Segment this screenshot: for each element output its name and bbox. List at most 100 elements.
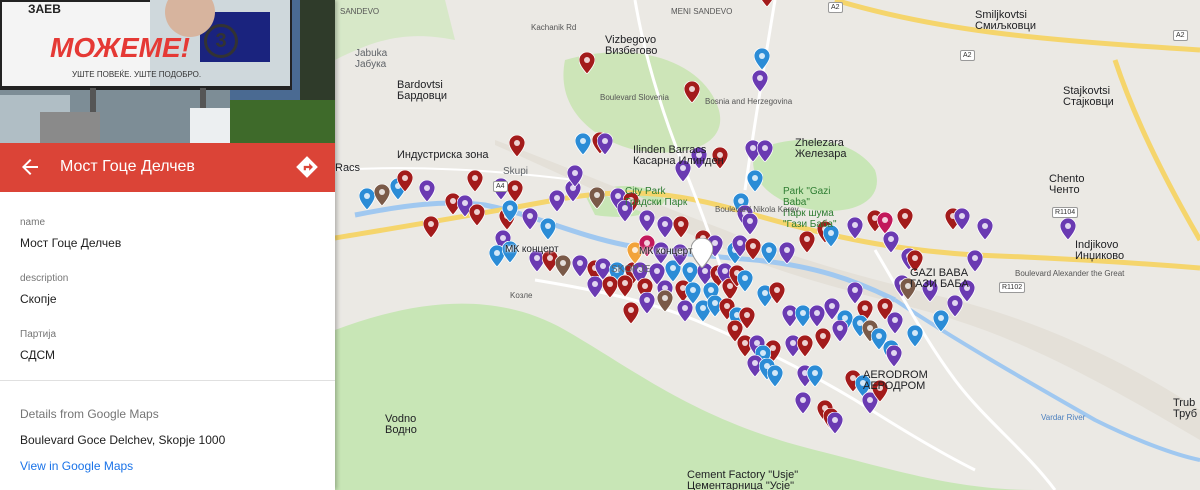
road-badge: A2 (828, 2, 843, 13)
map-marker-pin[interactable] (761, 242, 777, 264)
map-marker-pin[interactable] (639, 292, 655, 314)
map-marker-pin[interactable] (779, 242, 795, 264)
map-marker-pin[interactable] (677, 300, 693, 322)
selected-marker-pin[interactable] (691, 238, 713, 268)
place-detail-panel: ЗАЕВ МОЖЕМЕ! 3 УШТЕ ПОВЕЌЕ. УШТЕ ПОДОБРО… (0, 0, 335, 490)
place-photo: ЗАЕВ МОЖЕМЕ! 3 УШТЕ ПОВЕЌЕ. УШТЕ ПОДОБРО… (0, 0, 335, 143)
back-arrow-icon[interactable] (18, 155, 42, 179)
map-marker-pin[interactable] (954, 208, 970, 230)
map-marker-pin[interactable] (807, 365, 823, 387)
map-marker-pin[interactable] (579, 52, 595, 74)
map-marker-pin[interactable] (897, 208, 913, 230)
map-marker-pin[interactable] (502, 200, 518, 222)
map-label: Boulevard Slovenia (600, 93, 669, 102)
road-badge: A2 (960, 50, 975, 61)
map-marker-pin[interactable] (623, 302, 639, 324)
map-marker-pin[interactable] (509, 135, 525, 157)
map-label: Zhelezara Железара (795, 137, 847, 160)
map-marker-pin[interactable] (617, 275, 633, 297)
billboard-name: ЗАЕВ (28, 2, 61, 16)
place-address: Boulevard Goce Delchev, Skopje 1000 (20, 433, 226, 447)
map-marker-pin[interactable] (589, 187, 605, 209)
place-title: Мост Гоце Делчев (60, 158, 195, 175)
map-marker-pin[interactable] (769, 282, 785, 304)
field-description-value: Скопје (20, 292, 57, 306)
map-marker-pin[interactable] (815, 328, 831, 350)
map-view[interactable]: Bardovtsi Бардовци Vizbegovo Визбегово И… (335, 0, 1200, 490)
map-marker-pin[interactable] (555, 255, 571, 277)
map-label: Bosnia and Herzegovina (705, 97, 793, 106)
map-marker-pin[interactable] (549, 190, 565, 212)
map-marker-pin[interactable] (684, 81, 700, 103)
map-label: Boulevard Nikola Karev (715, 205, 799, 214)
map-marker-pin[interactable] (887, 312, 903, 334)
map-marker-pin[interactable] (799, 231, 815, 253)
map-marker-pin[interactable] (742, 213, 758, 235)
map-marker-pin[interactable] (759, 0, 775, 7)
map-marker-pin[interactable] (883, 231, 899, 253)
map-marker-pin[interactable] (507, 180, 523, 202)
map-marker-pin[interactable] (540, 218, 556, 240)
directions-icon[interactable] (294, 154, 320, 180)
map-label: Trub Труб (1173, 397, 1198, 420)
map-marker-pin[interactable] (567, 165, 583, 187)
map-label: SANDEVO (340, 7, 380, 16)
map-marker-pin[interactable] (907, 325, 923, 347)
map-marker-pin[interactable] (977, 218, 993, 240)
map-label: Boulevard Alexander the Great (1015, 269, 1125, 278)
map-marker-pin[interactable] (469, 204, 485, 226)
map-marker-pin[interactable] (575, 133, 591, 155)
map-label: Skupi (503, 166, 529, 177)
divider (0, 380, 335, 381)
map-marker-pin[interactable] (1060, 218, 1076, 240)
map-marker-pin[interactable] (522, 208, 538, 230)
map-marker-pin[interactable] (847, 217, 863, 239)
map-marker-pin[interactable] (832, 320, 848, 342)
map-marker-pin[interactable] (572, 255, 588, 277)
map-marker-pin[interactable] (597, 133, 613, 155)
field-name-value: Мост Гоце Делчев (20, 236, 122, 250)
map-marker-pin[interactable] (419, 180, 435, 202)
billboard-number: 3 (204, 24, 238, 58)
map-label: Kachanik Rd (531, 23, 577, 32)
map-label: City Park Градски Парк (625, 186, 688, 208)
field-name-label: name (20, 217, 46, 228)
view-in-google-maps-link[interactable]: View in Google Maps (20, 459, 133, 473)
map-marker-pin[interactable] (745, 238, 761, 260)
map-marker-pin[interactable] (602, 276, 618, 298)
map-marker-pin[interactable] (737, 270, 753, 292)
map-marker-pin[interactable] (886, 345, 902, 367)
map-label: Cement Factory "Usje" Цементарница "Усје… (687, 469, 799, 490)
map-marker-pin[interactable] (657, 290, 673, 312)
field-party-label: Партија (20, 329, 57, 340)
map-marker-pin[interactable] (752, 70, 768, 92)
billboard-slogan: МОЖЕМЕ! (50, 32, 190, 63)
road-badge: R1104 (1052, 207, 1079, 218)
place-header: Мост Гоце Делчев (0, 143, 335, 192)
map-label: Bardovtsi Бардовци (397, 79, 448, 102)
map-marker-pin[interactable] (423, 216, 439, 238)
map-marker-pin[interactable] (397, 170, 413, 192)
map-marker-pin[interactable] (827, 412, 843, 434)
map-marker-pin[interactable] (657, 216, 673, 238)
map-marker-pin[interactable] (809, 305, 825, 327)
details-heading: Details from Google Maps (20, 407, 159, 421)
map-marker-pin[interactable] (673, 216, 689, 238)
map-marker-pin[interactable] (587, 276, 603, 298)
map-label: GAZI BABA ГАЗИ БАБА (910, 267, 969, 290)
road-badge: A2 (1173, 30, 1188, 41)
map-marker-pin[interactable] (757, 140, 773, 162)
map-marker-pin[interactable] (754, 48, 770, 70)
map-marker-pin[interactable] (359, 188, 375, 210)
map-label: Stajkovtsi Стајковци (1063, 85, 1114, 108)
map-marker-pin[interactable] (967, 250, 983, 272)
map-marker-pin[interactable] (767, 365, 783, 387)
map-marker-pin[interactable] (797, 335, 813, 357)
map-label: AERODROM АЕРОДРОМ (863, 369, 928, 392)
map-marker-pin[interactable] (467, 170, 483, 192)
map-marker-pin[interactable] (747, 170, 763, 192)
map-marker-pin[interactable] (374, 184, 390, 206)
map-marker-pin[interactable] (639, 210, 655, 232)
map-marker-pin[interactable] (795, 392, 811, 414)
billboard-subtitle: УШТЕ ПОВЕЌЕ. УШТЕ ПОДОБРО. (72, 70, 202, 79)
